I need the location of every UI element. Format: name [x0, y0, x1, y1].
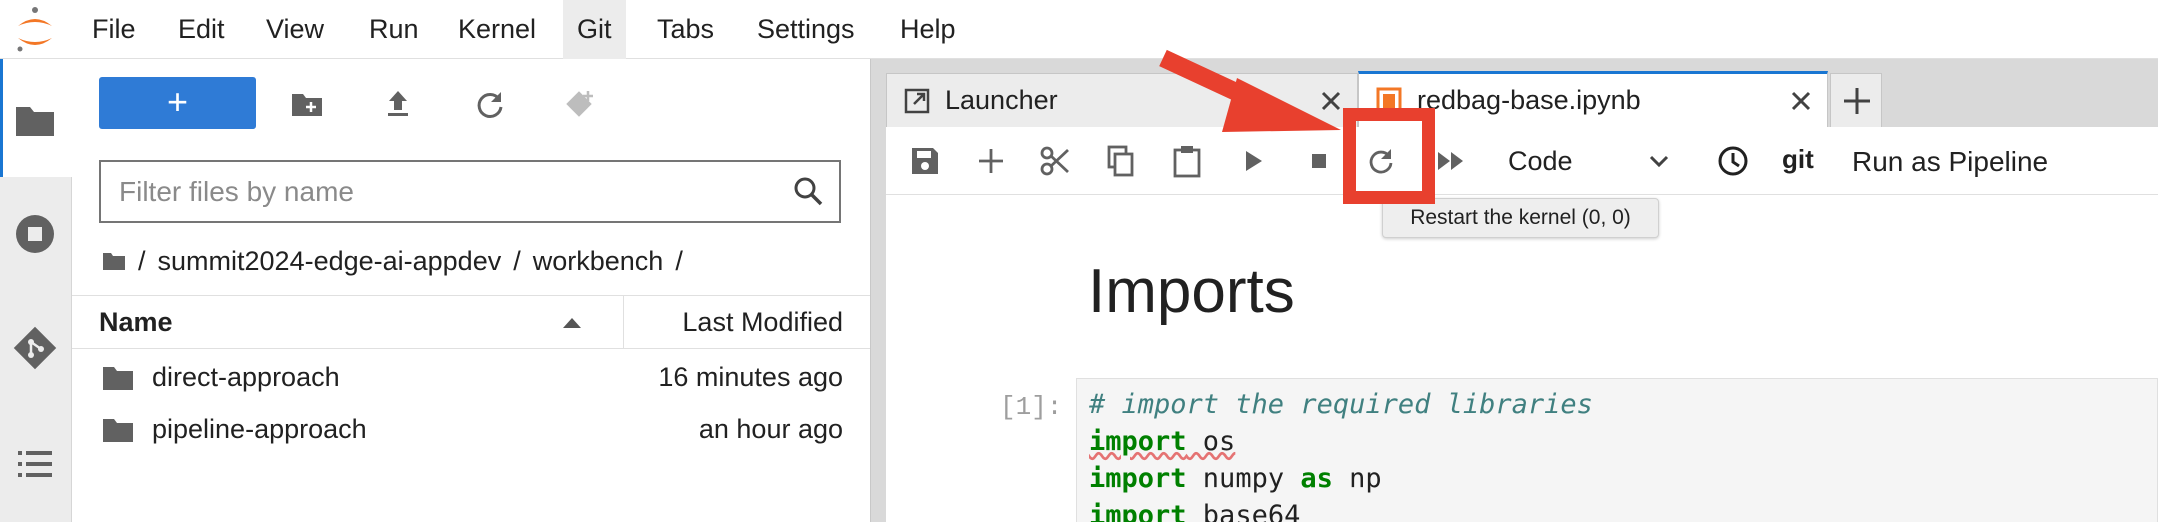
add-tab-button[interactable] [1830, 73, 1882, 127]
filter-input[interactable] [119, 172, 759, 212]
breadcrumb-separator: / [138, 245, 146, 276]
menu-tabs[interactable]: Tabs [643, 0, 728, 59]
code-keyword: import [1089, 426, 1187, 457]
refresh-icon[interactable] [473, 87, 507, 121]
list-item[interactable]: pipeline-approach an hour ago [72, 403, 870, 455]
code-line-4: import base64 [1089, 500, 1300, 522]
column-divider [623, 296, 624, 348]
file-list-header: Name Last Modified [72, 295, 870, 349]
git-icon[interactable] [12, 325, 58, 371]
stop-icon[interactable] [1302, 144, 1336, 178]
menu-edit[interactable]: Edit [164, 0, 239, 59]
menu-view[interactable]: View [252, 0, 338, 59]
code-line-1: # import the required libraries [1089, 389, 1593, 420]
file-modified: an hour ago [698, 414, 843, 444]
list-item[interactable]: direct-approach 16 minutes ago [72, 351, 870, 403]
code-text: np [1332, 463, 1382, 494]
code-line-2: import os [1089, 426, 1235, 457]
tab-launcher[interactable]: Launcher [886, 73, 1358, 127]
tab-bar: Launcher redbag-base.ipynb [886, 59, 2158, 127]
code-keyword: import [1089, 500, 1187, 522]
menubar: File Edit View Run Kernel Git Tabs Setti… [0, 0, 2158, 59]
annotation-highlight-box [1343, 108, 1435, 204]
upload-icon[interactable] [381, 87, 415, 121]
breadcrumb: / summit2024-edge-ai-appdev / workbench … [102, 241, 695, 281]
code-line-3: import numpy as np [1089, 463, 1382, 494]
search-icon [794, 177, 823, 206]
code-keyword: as [1300, 463, 1333, 494]
folder-icon[interactable] [12, 97, 58, 143]
menu-help[interactable]: Help [886, 0, 970, 59]
new-launcher-button[interactable]: + [99, 77, 256, 129]
menu-run[interactable]: Run [355, 0, 433, 59]
cut-icon[interactable] [1038, 144, 1072, 178]
tab-label: redbag-base.ipynb [1417, 85, 1641, 115]
git-diff-button[interactable]: git [1782, 139, 1814, 179]
file-filter[interactable] [99, 160, 841, 223]
run-as-pipeline-button[interactable]: Run as Pipeline [1852, 139, 2048, 185]
code-cell[interactable]: # import the required libraries import o… [1076, 378, 2158, 522]
breadcrumb-workbench[interactable]: workbench [533, 246, 664, 277]
menu-settings[interactable]: Settings [743, 0, 869, 59]
folder-icon [103, 419, 133, 442]
code-comment: # import the required libraries [1089, 389, 1593, 420]
chevron-down-icon [1649, 155, 1669, 168]
save-icon[interactable] [908, 144, 942, 178]
menu-git[interactable]: Git [563, 0, 626, 59]
folder-icon [103, 367, 133, 390]
plus-icon [1844, 88, 1870, 114]
breadcrumb-separator: / [513, 245, 521, 276]
close-icon[interactable] [1787, 87, 1815, 115]
activity-bar [0, 59, 72, 522]
code-text: base64 [1186, 500, 1301, 522]
column-name[interactable]: Name [99, 296, 173, 348]
git-clone-icon[interactable] [564, 87, 598, 121]
menu-kernel[interactable]: Kernel [444, 0, 550, 59]
breadcrumb-separator: / [675, 245, 683, 276]
paste-icon[interactable] [1170, 144, 1204, 178]
run-icon[interactable] [1236, 144, 1270, 178]
code-text: os [1186, 426, 1236, 457]
menu-file[interactable]: File [78, 0, 150, 59]
sort-ascending-icon [563, 318, 581, 328]
cell-type-value: Code [1508, 146, 1573, 176]
tab-label: Launcher [945, 85, 1058, 115]
launcher-icon [904, 88, 930, 114]
restart-run-all-icon[interactable] [1434, 144, 1468, 178]
running-kernels-icon[interactable] [12, 211, 58, 257]
file-browser: + / summit2024-edge-ai-appdev / workbenc… [72, 59, 870, 522]
table-of-contents-icon[interactable] [12, 441, 58, 487]
code-text: numpy [1186, 463, 1301, 494]
file-name: pipeline-approach [152, 414, 367, 444]
restart-kernel-tooltip: Restart the kernel (0, 0) [1382, 198, 1659, 238]
cell-type-select[interactable]: Code [1508, 140, 1678, 182]
home-folder-icon[interactable] [102, 251, 126, 271]
cell-prompt: [1]: [1000, 392, 1063, 422]
copy-icon[interactable] [1104, 144, 1138, 178]
notebook-toolbar: Code git Run as Pipeline [886, 127, 2158, 195]
column-last-modified[interactable]: Last Modified [682, 296, 843, 348]
jupyter-logo [17, 7, 52, 52]
panel-splitter[interactable] [870, 59, 886, 522]
file-modified: 16 minutes ago [658, 362, 843, 392]
clock-icon[interactable] [1716, 144, 1750, 178]
breadcrumb-summit[interactable]: summit2024-edge-ai-appdev [158, 246, 502, 277]
new-folder-icon[interactable] [290, 87, 324, 121]
file-name: direct-approach [152, 362, 340, 392]
code-keyword: import [1089, 463, 1187, 494]
close-icon[interactable] [1317, 87, 1345, 115]
insert-cell-icon[interactable] [974, 144, 1008, 178]
markdown-heading: Imports [1088, 257, 1295, 326]
